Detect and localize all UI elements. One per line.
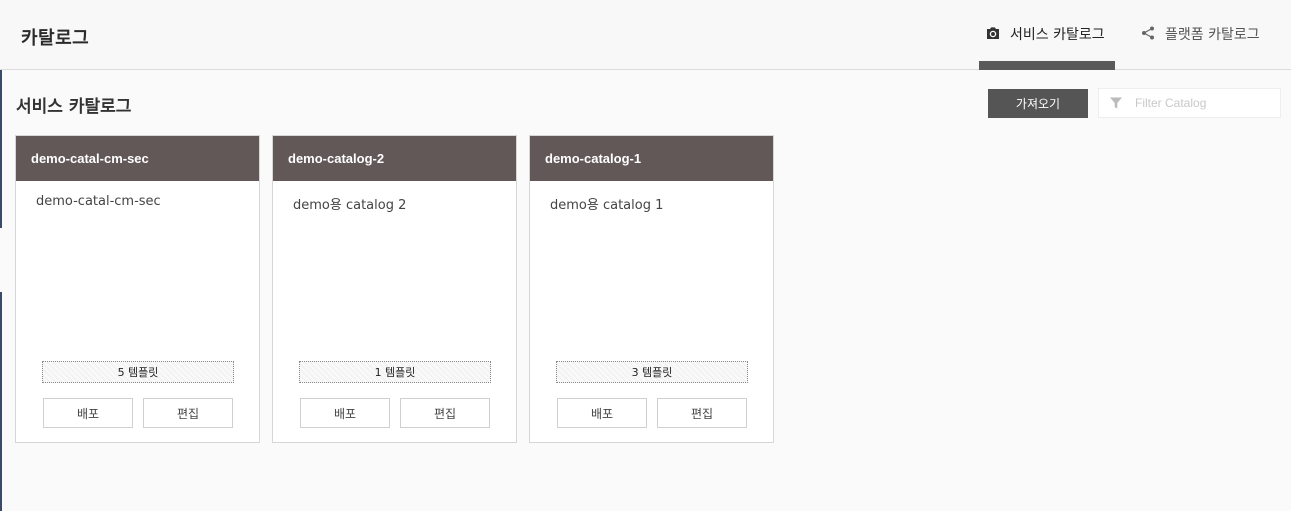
left-frame-gap <box>0 228 2 292</box>
deploy-button[interactable]: 배포 <box>557 398 647 428</box>
card-description: demo용 catalog 1 <box>550 198 664 213</box>
template-count[interactable]: 3 템플릿 <box>556 361 748 383</box>
tab-service-label: 서비스 카탈로그 <box>1010 27 1105 43</box>
filter-icon <box>1109 96 1123 110</box>
card-description: demo용 catalog 2 <box>293 198 407 213</box>
tab-platform-label: 플랫폼 카탈로그 <box>1165 27 1260 43</box>
filter-box <box>1098 88 1281 118</box>
filter-catalog-input[interactable] <box>1135 96 1275 110</box>
card-title[interactable]: demo-catal-cm-sec <box>16 136 259 181</box>
camera-icon <box>984 24 1002 42</box>
tab-service-catalog[interactable]: 서비스 카탈로그 <box>979 0 1115 70</box>
section-title: 서비스 카탈로그 <box>16 97 132 117</box>
card-description: demo-catal-cm-sec <box>36 194 161 209</box>
share-icon <box>1139 24 1157 42</box>
page-title: 카탈로그 <box>21 28 90 49</box>
deploy-button[interactable]: 배포 <box>43 398 133 428</box>
active-tab-indicator <box>979 61 1115 70</box>
template-count[interactable]: 1 템플릿 <box>299 361 491 383</box>
deploy-button[interactable]: 배포 <box>300 398 390 428</box>
edit-button[interactable]: 편집 <box>657 398 747 428</box>
edit-button[interactable]: 편집 <box>143 398 233 428</box>
tab-platform-catalog[interactable]: 플랫폼 카탈로그 <box>1139 0 1291 70</box>
edit-button[interactable]: 편집 <box>400 398 490 428</box>
card-title[interactable]: demo-catalog-1 <box>530 136 773 181</box>
template-count[interactable]: 5 템플릿 <box>42 361 234 383</box>
catalog-card: demo-catalog-2 demo용 catalog 2 1 템플릿 배포 … <box>272 135 517 443</box>
top-bar: 카탈로그 서비스 카탈로그 플랫폼 카탈로그 <box>0 0 1291 70</box>
card-title[interactable]: demo-catalog-2 <box>273 136 516 181</box>
import-button[interactable]: 가져오기 <box>988 89 1088 118</box>
catalog-card: demo-catalog-1 demo용 catalog 1 3 템플릿 배포 … <box>529 135 774 443</box>
catalog-card: demo-catal-cm-sec demo-catal-cm-sec 5 템플… <box>15 135 260 443</box>
